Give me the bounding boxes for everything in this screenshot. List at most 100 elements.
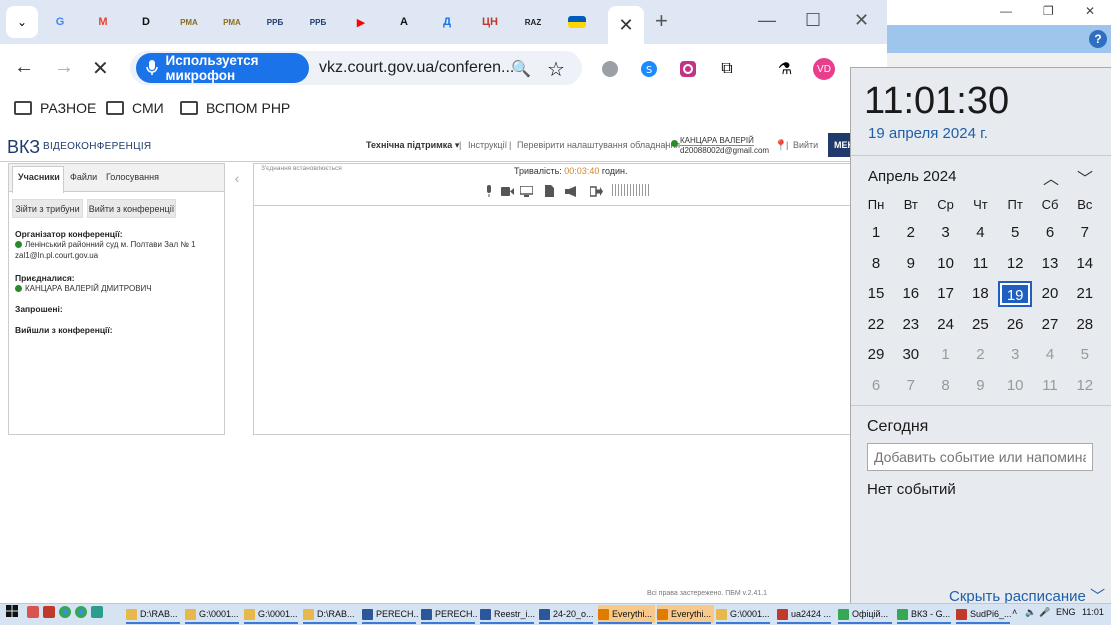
- stop-loading-button[interactable]: ✕: [92, 56, 109, 81]
- calendar-day[interactable]: 2: [963, 342, 997, 368]
- browser-tab[interactable]: РРБ: [301, 8, 335, 36]
- close-window-button[interactable]: ✕: [1085, 4, 1095, 18]
- chrome-icon[interactable]: [75, 606, 87, 620]
- calendar-day[interactable]: 7: [1068, 220, 1102, 246]
- taskbar-item[interactable]: ВКЗ - G...: [897, 605, 954, 623]
- language-indicator[interactable]: ENG: [1056, 607, 1076, 617]
- taskbar-item[interactable]: G:\0001...: [244, 605, 301, 623]
- tray-chevron-icon[interactable]: ˄: [1012, 607, 1017, 617]
- browser-tab[interactable]: A: [387, 8, 421, 36]
- tab-search-button[interactable]: ⌄: [6, 6, 38, 38]
- browser-tab[interactable]: [560, 8, 594, 36]
- calendar-day[interactable]: 8: [859, 251, 893, 277]
- browser-tab[interactable]: РРБ: [258, 8, 292, 36]
- new-tab-button[interactable]: +: [655, 8, 668, 34]
- calendar-day[interactable]: 9: [894, 251, 928, 277]
- calendar-day[interactable]: 12: [998, 251, 1032, 277]
- taskbar-item[interactable]: SudPi6_...: [956, 605, 1013, 623]
- calendar-day[interactable]: 13: [1033, 251, 1067, 277]
- maximize-button[interactable]: ☐: [805, 10, 821, 31]
- calendar-day[interactable]: 3: [929, 220, 963, 246]
- taskbar-item[interactable]: 24-20_o...: [539, 605, 596, 623]
- leave-tribune-button[interactable]: Зійти з трибуни: [12, 199, 83, 218]
- bookmark-star-icon[interactable]: ☆: [545, 58, 567, 81]
- calendar-day[interactable]: 1: [859, 220, 893, 246]
- minimize-button[interactable]: —: [758, 10, 776, 31]
- bookmark-folder-vspom[interactable]: ВСПОМ РНР: [180, 100, 290, 116]
- taskbar-item[interactable]: D:\RAB...: [126, 605, 183, 623]
- browser-tab[interactable]: Д: [430, 8, 464, 36]
- logout-link[interactable]: Вийти: [793, 140, 818, 150]
- calendar-day[interactable]: 23: [894, 312, 928, 338]
- quicklaunch-app-icon[interactable]: [91, 606, 103, 620]
- taskbar-item[interactable]: Everythi...: [598, 605, 655, 623]
- calendar-day[interactable]: 10: [998, 373, 1032, 399]
- taskbar-item[interactable]: PERECH...: [421, 605, 478, 623]
- calendar-day[interactable]: 29: [859, 342, 893, 368]
- extensions-puzzle-icon[interactable]: ⧉: [716, 58, 738, 80]
- calendar-day[interactable]: 21: [1068, 281, 1102, 307]
- month-title[interactable]: Апрель 2024: [868, 168, 956, 185]
- megaphone-icon[interactable]: [564, 184, 578, 198]
- calendar-day[interactable]: 5: [998, 220, 1032, 246]
- search-icon[interactable]: 🔍: [510, 58, 532, 80]
- calendar-day[interactable]: 7: [894, 373, 928, 399]
- calendar-day[interactable]: 8: [929, 373, 963, 399]
- browser-tab[interactable]: G: [43, 8, 77, 36]
- calendar-day[interactable]: 5: [1068, 342, 1102, 368]
- calendar-day[interactable]: 15: [859, 281, 893, 307]
- taskbar-item[interactable]: G:\0001...: [716, 605, 773, 623]
- bookmark-folder-smi[interactable]: СМИ: [106, 100, 164, 116]
- start-windows-icon[interactable]: [6, 605, 18, 620]
- taskbar-clock[interactable]: 11:01: [1082, 607, 1104, 617]
- tab-files[interactable]: Файли: [70, 172, 97, 182]
- taskbar-item[interactable]: ua2424 ...: [777, 605, 834, 623]
- calendar-day[interactable]: 18: [963, 281, 997, 307]
- calendar-day[interactable]: 12: [1068, 373, 1102, 399]
- calendar-day[interactable]: 22: [859, 312, 893, 338]
- camera-extension-icon[interactable]: [677, 58, 699, 80]
- add-event-input[interactable]: [867, 443, 1093, 471]
- site-logo[interactable]: ВКЗ: [7, 137, 40, 158]
- url-text[interactable]: vkz.court.gov.ua/conferen...: [319, 59, 514, 77]
- calendar-day[interactable]: 4: [1033, 342, 1067, 368]
- check-settings-link[interactable]: Перевірити налаштування обладнання: [517, 140, 680, 150]
- restore-button[interactable]: ❐: [1043, 4, 1054, 18]
- browser-tab[interactable]: M: [86, 8, 120, 36]
- calendar-day[interactable]: 30: [894, 342, 928, 368]
- taskbar-item[interactable]: G:\0001...: [185, 605, 242, 623]
- collapse-panel-chevron-icon[interactable]: ‹: [227, 167, 247, 189]
- microphone-icon[interactable]: [482, 184, 496, 198]
- shazam-extension-icon[interactable]: S: [638, 58, 660, 80]
- taskbar-item[interactable]: Офіцій...: [838, 605, 895, 623]
- quicklaunch-app-icon[interactable]: [27, 606, 39, 620]
- forward-button[interactable]: →: [54, 56, 74, 79]
- microphone-in-use-chip[interactable]: Используется микрофон: [136, 53, 309, 83]
- calendar-day[interactable]: 17: [929, 281, 963, 307]
- back-button[interactable]: ←: [14, 56, 34, 79]
- browser-tab[interactable]: RAZ: [516, 8, 550, 36]
- taskbar-item[interactable]: PERECH...: [362, 605, 419, 623]
- close-window-button[interactable]: ✕: [854, 10, 869, 31]
- exit-icon[interactable]: [589, 184, 603, 198]
- calendar-day[interactable]: 3: [998, 342, 1032, 368]
- calendar-day[interactable]: 11: [1033, 373, 1067, 399]
- calendar-day[interactable]: 19: [998, 281, 1033, 308]
- browser-tab[interactable]: ЦН: [473, 8, 507, 36]
- tab-participants[interactable]: Учасники: [18, 172, 60, 182]
- browser-tab[interactable]: РМА: [172, 8, 206, 36]
- help-icon[interactable]: ?: [1089, 30, 1107, 48]
- speaker-icon[interactable]: 🔈: [1025, 607, 1036, 618]
- next-month-chevron-down-icon[interactable]: ﹀: [1077, 165, 1093, 189]
- labs-flask-icon[interactable]: ⚗: [774, 58, 796, 80]
- calendar-day[interactable]: 10: [929, 251, 963, 277]
- calendar-day[interactable]: 14: [1068, 251, 1102, 277]
- leave-conference-button[interactable]: Вийти з конференції: [87, 199, 176, 218]
- translate-globe-icon[interactable]: [599, 58, 621, 80]
- calendar-day[interactable]: 9: [963, 373, 997, 399]
- calendar-day[interactable]: 4: [963, 220, 997, 246]
- previous-month-chevron-up-icon[interactable]: ︿: [1043, 165, 1059, 189]
- camera-icon[interactable]: [500, 184, 514, 198]
- taskbar-item[interactable]: D:\RAB...: [303, 605, 360, 623]
- bookmark-folder-raznoe[interactable]: РАЗНОЕ: [14, 100, 96, 116]
